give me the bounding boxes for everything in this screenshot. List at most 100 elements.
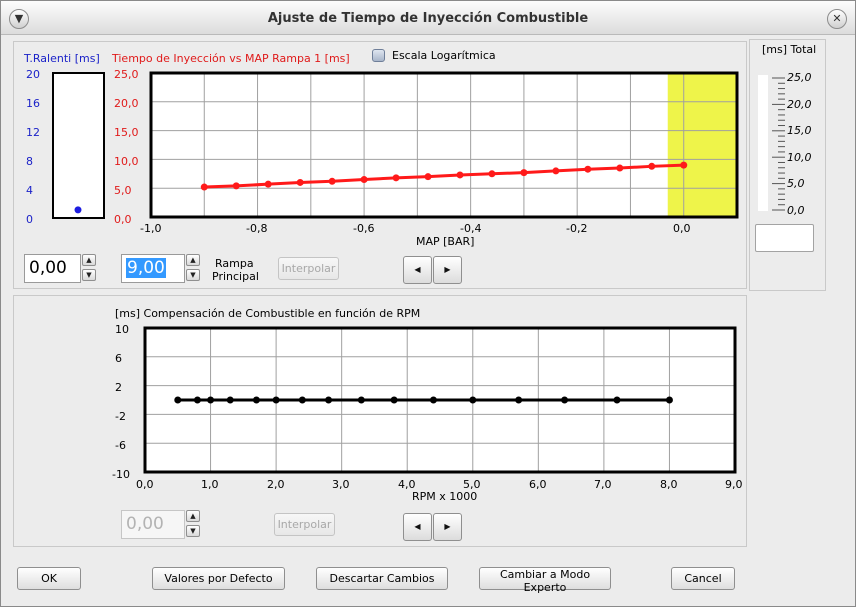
- interpolar-button-2[interactable]: Interpolar: [274, 513, 335, 536]
- highlight-region: [667, 73, 737, 217]
- triangle-up-icon: ▲: [190, 256, 196, 264]
- injection-data-point: [584, 165, 592, 173]
- injection-data-point: [648, 162, 656, 170]
- rpm-xtick: 6,0: [529, 478, 547, 491]
- total-tick: 10,0: [787, 151, 812, 164]
- ok-button[interactable]: OK: [17, 567, 81, 590]
- injection-data-point: [200, 183, 208, 191]
- main-ytick: 0,0: [114, 213, 132, 226]
- main-xtick: -0,4: [460, 222, 482, 235]
- rampa-label: Rampa: [215, 257, 254, 270]
- main-xtick: -0,6: [353, 222, 375, 235]
- triangle-down-icon: ▼: [190, 527, 196, 535]
- rpm-data-point: [207, 396, 215, 404]
- rpm-data-point: [226, 396, 234, 404]
- main-chart-plot[interactable]: [149, 71, 741, 221]
- rpm-chart-plot[interactable]: [143, 326, 739, 476]
- prev-button-2[interactable]: ◀: [403, 513, 432, 541]
- discard-changes-button[interactable]: Descartar Cambios: [316, 567, 448, 590]
- rpm-value-field[interactable]: 0,00: [121, 510, 185, 539]
- triangle-up-icon: ▲: [86, 256, 92, 264]
- rpm-data-point: [561, 396, 569, 404]
- main-xtick: 0,0: [673, 222, 691, 235]
- main-xtick: -0,2: [566, 222, 588, 235]
- rpm-xtick: 1,0: [201, 478, 219, 491]
- injection-data-point: [296, 178, 304, 186]
- cancel-button[interactable]: Cancel: [671, 567, 735, 590]
- ralenti-title: T.Ralenti [ms]: [24, 52, 100, 65]
- injection-data-point: [552, 167, 560, 175]
- triangle-left-icon: ◀: [414, 265, 421, 274]
- rampa-value-field[interactable]: 9,00: [121, 254, 185, 283]
- total-gauge: [758, 75, 785, 211]
- main-xtick: -0,8: [246, 222, 268, 235]
- rpm-spin-up[interactable]: ▲: [186, 510, 200, 522]
- rampa-spin-down[interactable]: ▼: [186, 269, 200, 281]
- ralenti-gauge: [52, 72, 105, 219]
- main-plot-background: [151, 73, 737, 217]
- injection-data-point: [328, 177, 336, 185]
- rpm-data-point: [174, 396, 182, 404]
- total-tick: 15,0: [787, 124, 812, 137]
- ralenti-tick: 0: [26, 213, 33, 226]
- defaults-button[interactable]: Valores por Defecto: [152, 567, 285, 590]
- rampa-value-text: 9,00: [126, 258, 166, 278]
- total-gauge-bar: [758, 75, 768, 211]
- ralenti-tick: 16: [26, 97, 40, 110]
- principal-label: Principal: [212, 270, 259, 283]
- main-ytick: 15,0: [114, 126, 139, 139]
- main-chart-title: Tiempo de Inyección vs MAP Rampa 1 [ms]: [112, 52, 350, 65]
- prev-button-1[interactable]: ◀: [403, 256, 432, 284]
- rpm-data-point: [390, 396, 398, 404]
- triangle-right-icon: ▶: [444, 265, 451, 274]
- rpm-data-point: [325, 396, 333, 404]
- ralenti-value-point: [74, 206, 82, 214]
- rpm-ytick: 2: [115, 381, 122, 394]
- interpolar-button-1[interactable]: Interpolar: [278, 257, 339, 280]
- rpm-ytick: -10: [112, 468, 130, 481]
- rpm-chart-title: [ms] Compensación de Combustible en func…: [115, 307, 421, 320]
- rpm-xtick: 2,0: [267, 478, 285, 491]
- triangle-right-icon: ▶: [444, 522, 451, 531]
- next-button-1[interactable]: ▶: [433, 256, 462, 284]
- ralenti-spin-down[interactable]: ▼: [82, 269, 96, 281]
- next-button-2[interactable]: ▶: [433, 513, 462, 541]
- total-title: [ms] Total: [762, 43, 817, 56]
- rpm-data-point: [272, 396, 280, 404]
- injection-data-point: [360, 176, 368, 184]
- rampa-spin-up[interactable]: ▲: [186, 254, 200, 266]
- triangle-down-icon: ▼: [86, 271, 92, 279]
- triangle-left-icon: ◀: [414, 522, 421, 531]
- window-title: Ajuste de Tiempo de Inyección Combustibl…: [267, 11, 589, 26]
- injection-data-point: [680, 161, 688, 169]
- rpm-spin-down[interactable]: ▼: [186, 525, 200, 537]
- main-xlabel: MAP [BAR]: [416, 235, 475, 248]
- title-bar: ▼ Ajuste de Tiempo de Inyección Combusti…: [1, 1, 855, 35]
- rpm-data-point: [665, 396, 673, 404]
- close-button[interactable]: ✕: [827, 9, 847, 29]
- triangle-up-icon: ▲: [190, 512, 196, 520]
- rpm-xtick: 7,0: [594, 478, 612, 491]
- ralenti-spin-up[interactable]: ▲: [82, 254, 96, 266]
- expert-mode-button[interactable]: Cambiar a Modo Experto: [479, 567, 611, 594]
- ralenti-tick: 12: [26, 126, 40, 139]
- rpm-xtick: 3,0: [332, 478, 350, 491]
- rpm-data-point: [357, 396, 365, 404]
- injection-data-point: [232, 182, 240, 190]
- total-tick: 5,0: [787, 177, 805, 190]
- triangle-down-icon: ▼: [190, 271, 196, 279]
- close-icon: ✕: [832, 12, 842, 25]
- ralenti-value-field[interactable]: 0,00: [24, 254, 81, 283]
- rpm-ytick: 10: [115, 323, 129, 336]
- rpm-ytick: -6: [115, 439, 126, 452]
- total-tick: 0,0: [787, 204, 805, 217]
- total-value-field[interactable]: [755, 224, 814, 252]
- injection-data-point: [456, 171, 464, 179]
- rpm-data-point: [469, 396, 477, 404]
- main-ytick: 20,0: [114, 97, 139, 110]
- rpm-data-point: [298, 396, 306, 404]
- rpm-data-point: [252, 396, 260, 404]
- log-scale-checkbox[interactable]: [372, 49, 385, 62]
- injection-data-point: [488, 170, 496, 178]
- injection-data-point: [392, 174, 400, 182]
